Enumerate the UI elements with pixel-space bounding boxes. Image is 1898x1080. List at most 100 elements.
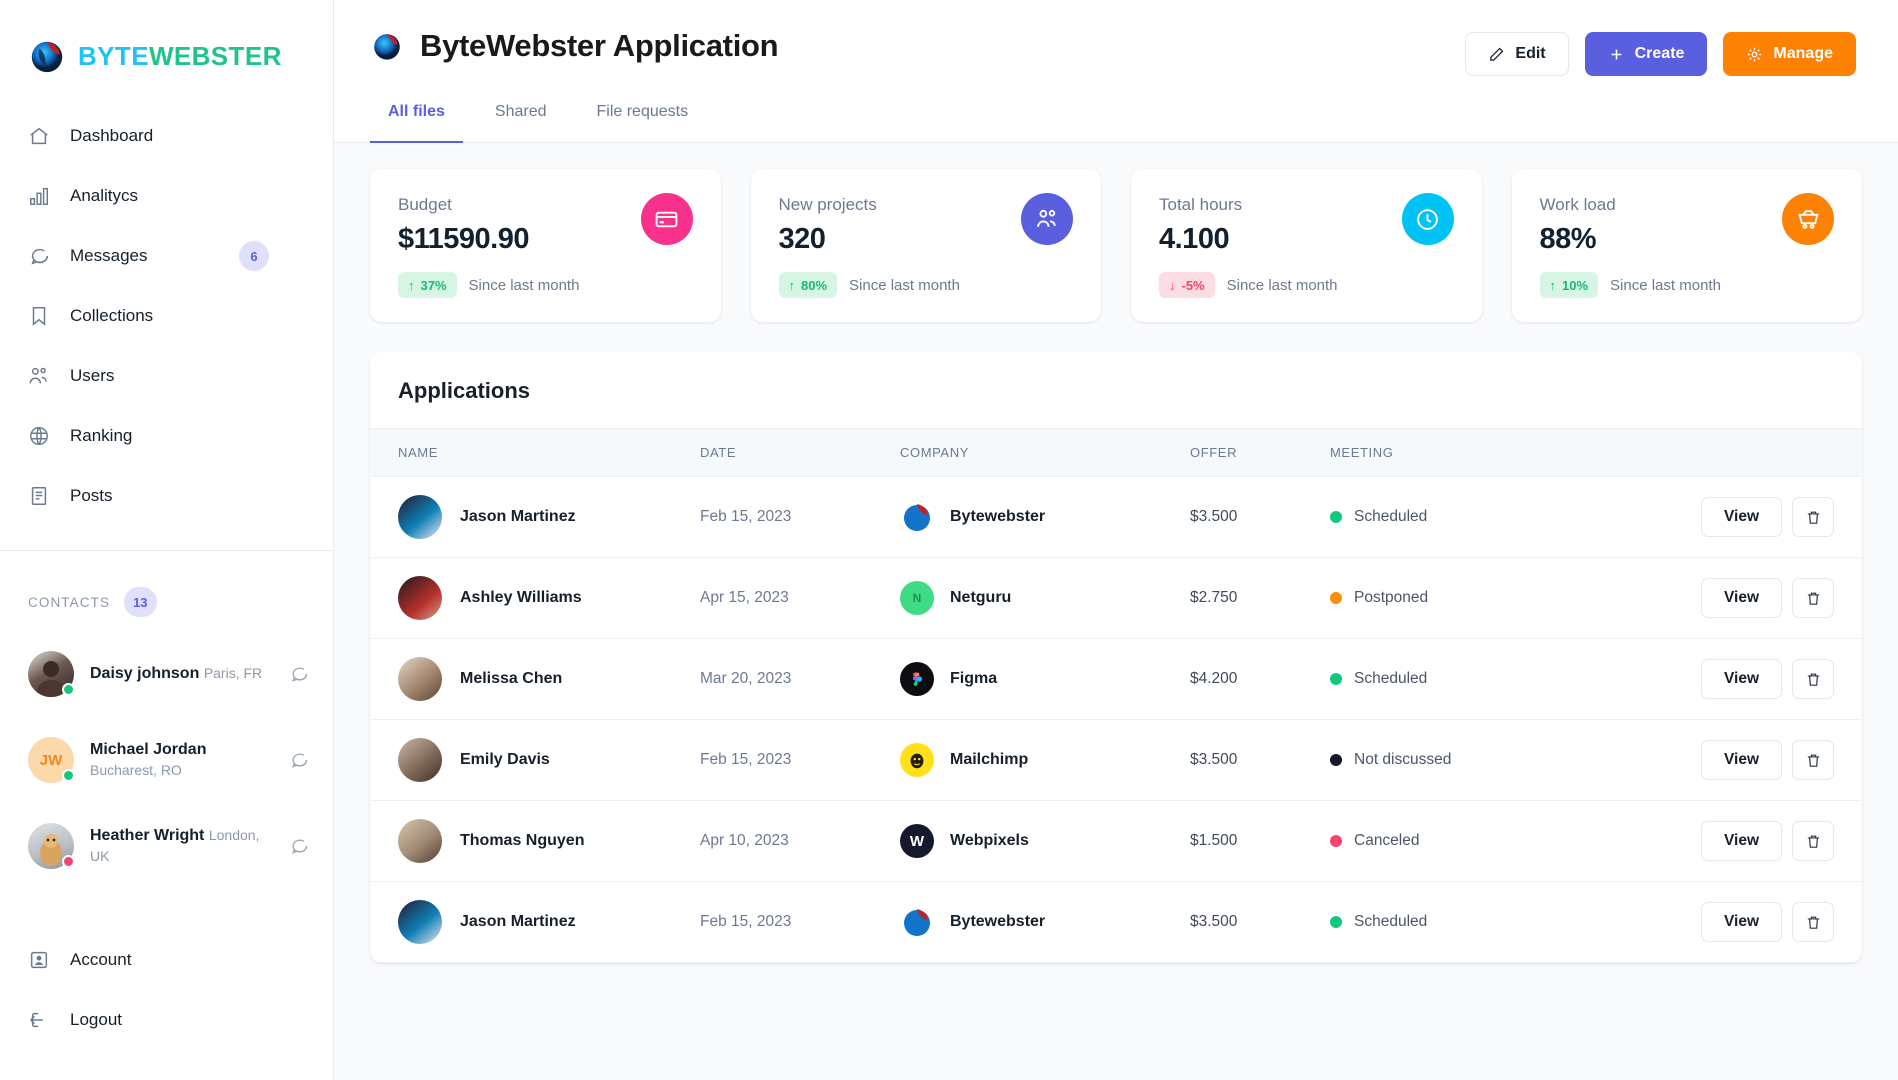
cell-date: Apr 15, 2023 (700, 557, 900, 639)
sidebar-item-ranking[interactable]: Ranking (0, 406, 333, 466)
table-row[interactable]: Emily Davis Feb 15, 2023 Mailchimp $3.50… (370, 719, 1862, 801)
sidebar-item-users[interactable]: Users (0, 346, 333, 406)
contact-info: Heather Wright London, UK (90, 825, 273, 866)
tab-all-files[interactable]: All files (370, 103, 463, 143)
chat-bubble-icon[interactable] (289, 664, 309, 684)
sidebar-item-logout[interactable]: Logout (0, 990, 333, 1050)
netguru-logo: N (900, 581, 934, 615)
delete-button[interactable] (1792, 497, 1834, 537)
chat-bubble-icon[interactable] (289, 836, 309, 856)
tab-file-requests[interactable]: File requests (579, 103, 707, 143)
manage-button[interactable]: Manage (1723, 32, 1856, 76)
cell-name: Thomas Nguyen (370, 800, 700, 882)
avatar (398, 576, 442, 620)
col-header-name: NAME (370, 428, 700, 477)
table-row[interactable]: Ashley Williams Apr 15, 2023 N Netguru $ (370, 557, 1862, 639)
stat-since: Since last month (1610, 276, 1721, 294)
delete-button[interactable] (1792, 578, 1834, 618)
sidebar-item-collections[interactable]: Collections (0, 286, 333, 346)
sidebar-label: Messages (70, 246, 148, 265)
sidebar-label: Account (70, 950, 132, 969)
users-icon (28, 365, 50, 387)
avatar: JW (28, 737, 75, 783)
chat-bubble-icon (28, 245, 50, 267)
contacts-count-badge: 13 (124, 587, 157, 617)
table-row[interactable]: Jason Martinez Feb 15, 2023 Bytewebster (370, 476, 1862, 558)
status-dot (62, 769, 75, 782)
sidebar-item-analitycs[interactable]: Analitycs (0, 166, 333, 226)
sidebar-label: Analitycs (70, 186, 139, 205)
delete-button[interactable] (1792, 740, 1834, 780)
brand[interactable]: BYTEWEBSTER (0, 0, 333, 84)
contact-item[interactable]: Daisy johnson Paris, FR (0, 631, 333, 717)
table-row[interactable]: Jason Martinez Feb 15, 2023 Bytewebster (370, 881, 1862, 963)
view-button[interactable]: View (1700, 821, 1782, 861)
delta-chip: ↑ 10% (1539, 272, 1599, 298)
table-row[interactable]: Melissa Chen Mar 20, 2023 Figma $4.200 S… (370, 638, 1862, 720)
view-button[interactable]: View (1700, 497, 1782, 537)
messages-badge: 6 (239, 241, 269, 271)
view-button[interactable]: View (1700, 902, 1782, 942)
contacts-title: CONTACTS (28, 594, 111, 610)
plus-icon (1611, 49, 1622, 59)
sidebar-item-messages[interactable]: Messages 6 (0, 226, 333, 286)
applicant-name: Melissa Chen (460, 670, 563, 687)
delete-button[interactable] (1792, 659, 1834, 699)
globe-icon (28, 425, 50, 447)
table-row[interactable]: Thomas Nguyen Apr 10, 2023 W Webpixels $ (370, 800, 1862, 882)
applicant-name: Ashley Williams (460, 589, 582, 606)
meeting-status: Scheduled (1354, 508, 1428, 525)
view-button[interactable]: View (1700, 578, 1782, 618)
view-button[interactable]: View (1700, 740, 1782, 780)
page-title: ByteWebster Application (420, 28, 779, 63)
delta-value: 10% (1562, 277, 1589, 293)
contact-name: Michael Jordan (90, 741, 207, 759)
cell-company: Mailchimp (900, 719, 1190, 801)
cell-date: Feb 15, 2023 (700, 881, 900, 963)
status-dot (62, 855, 75, 868)
cell-meeting: Postponed (1330, 557, 1690, 639)
sidebar-item-account[interactable]: Account (0, 930, 333, 990)
status-dot (62, 683, 75, 696)
view-button[interactable]: View (1700, 659, 1782, 699)
applicant-name: Jason Martinez (460, 913, 576, 930)
delete-button[interactable] (1792, 821, 1834, 861)
stat-card-budget: Budget $11590.90 ↑ 37% Since last month (370, 169, 721, 322)
status-dot (1330, 673, 1342, 685)
sidebar: BYTEWEBSTER Dashboard Analitycs Messages… (0, 0, 334, 1080)
stat-footer: ↑ 10% Since last month (1539, 272, 1835, 298)
delete-button[interactable] (1792, 902, 1834, 942)
edit-button[interactable]: Edit (1465, 32, 1569, 76)
cell-meeting: Canceled (1330, 800, 1690, 882)
contact-item[interactable]: Heather Wright London, UK (0, 803, 333, 889)
cell-name: Melissa Chen (370, 638, 700, 720)
trash-icon (1807, 511, 1819, 524)
stat-cards: Budget $11590.90 ↑ 37% Since last month (370, 169, 1862, 322)
meeting-status: Canceled (1354, 832, 1420, 849)
header-actions: Edit Create Manage (1465, 32, 1856, 76)
cart-icon (1782, 193, 1834, 245)
sidebar-item-posts[interactable]: Posts (0, 466, 333, 526)
chat-bubble-icon[interactable] (289, 750, 309, 770)
stat-footer: ↑ 37% Since last month (398, 272, 693, 298)
create-button[interactable]: Create (1584, 32, 1708, 76)
tab-shared[interactable]: Shared (477, 103, 565, 143)
cell-date: Feb 15, 2023 (700, 719, 900, 801)
status-dot (1330, 592, 1342, 604)
contacts-header: CONTACTS 13 (0, 551, 333, 617)
cell-company: N Netguru (900, 557, 1190, 639)
table-head: NAME DATE COMPANY OFFER MEETING (370, 428, 1862, 477)
sidebar-item-dashboard[interactable]: Dashboard (0, 106, 333, 166)
contact-location: Paris, FR (203, 665, 263, 682)
avatar (398, 657, 442, 701)
clock-icon (1401, 193, 1454, 245)
contact-item[interactable]: JW Michael Jordan Bucharest, RO (0, 717, 333, 803)
sidebar-label: Collections (70, 306, 154, 325)
arrow-up-icon: ↑ (408, 277, 415, 293)
avatar (398, 819, 442, 863)
contact-info: Daisy johnson Paris, FR (90, 663, 273, 685)
cell-offer: $3.500 (1190, 881, 1330, 963)
cell-actions: View (1690, 800, 1862, 882)
figma-logo (900, 662, 934, 696)
cell-date: Apr 10, 2023 (700, 800, 900, 882)
